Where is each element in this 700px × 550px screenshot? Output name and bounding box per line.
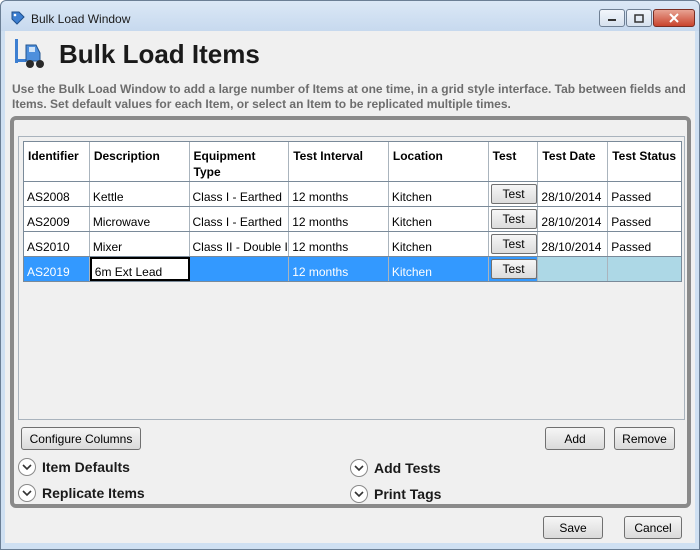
cell-identifier[interactable]: AS2019 — [24, 257, 90, 281]
cell-identifier[interactable]: AS2008 — [24, 182, 90, 206]
test-button[interactable]: Test — [490, 209, 537, 229]
cell-identifier[interactable]: AS2009 — [24, 207, 90, 231]
item-defaults-expander[interactable]: Item Defaults — [18, 458, 130, 476]
cell-test-status[interactable]: Passed — [608, 207, 681, 231]
main-panel: Identifier Description Equipment Type Te… — [10, 116, 691, 508]
cell-test-date[interactable] — [538, 257, 609, 281]
maximize-icon — [634, 13, 644, 23]
test-button[interactable]: Test — [490, 234, 537, 254]
cell-description[interactable]: Mixer — [90, 232, 190, 256]
table-row[interactable]: AS2009 Microwave Class I - Earthed 12 mo… — [24, 207, 681, 232]
close-icon — [669, 13, 679, 23]
cell-test-interval[interactable]: 12 months — [289, 257, 389, 281]
add-tests-expander[interactable]: Add Tests — [350, 459, 441, 477]
window-title: Bulk Load Window — [31, 12, 131, 26]
window-client: Bulk Load Items Use the Bulk Load Window… — [5, 31, 695, 543]
minimize-icon — [608, 19, 616, 21]
cancel-button[interactable]: Cancel — [624, 516, 682, 539]
replicate-items-expander[interactable]: Replicate Items — [18, 484, 145, 502]
cell-location[interactable]: Kitchen — [389, 232, 489, 256]
cell-test: Test — [489, 257, 539, 281]
column-header-test-status[interactable]: Test Status — [608, 142, 681, 181]
item-defaults-label: Item Defaults — [42, 459, 130, 475]
cell-test-date[interactable]: 28/10/2014 — [538, 207, 609, 231]
column-header-test[interactable]: Test — [489, 142, 539, 181]
add-button[interactable]: Add — [545, 427, 605, 450]
cell-equipment-type[interactable]: Class II - Double Insulated — [190, 232, 290, 256]
cell-description-editor[interactable]: 6m Ext Lead — [89, 257, 190, 281]
column-header-equipment-type[interactable]: Equipment Type — [190, 142, 290, 181]
table-row[interactable]: AS2010 Mixer Class II - Double Insulated… — [24, 232, 681, 257]
column-header-location[interactable]: Location — [389, 142, 489, 181]
tag-icon — [11, 11, 25, 25]
configure-columns-button[interactable]: Configure Columns — [21, 427, 141, 450]
cell-test-date[interactable]: 28/10/2014 — [538, 232, 609, 256]
cell-location[interactable]: Kitchen — [389, 257, 489, 281]
cell-location[interactable]: Kitchen — [389, 182, 489, 206]
title-bar[interactable]: Bulk Load Window — [1, 1, 699, 31]
cell-test-date[interactable]: 28/10/2014 — [538, 182, 609, 206]
cell-test-status[interactable]: Passed — [608, 182, 681, 206]
print-tags-label: Print Tags — [374, 486, 442, 502]
bulk-load-window: Bulk Load Window Bulk Load Items Use the… — [0, 0, 700, 550]
chevron-down-icon — [18, 484, 36, 502]
print-tags-expander[interactable]: Print Tags — [350, 485, 441, 503]
items-grid: Identifier Description Equipment Type Te… — [23, 141, 682, 282]
minimize-button[interactable] — [599, 9, 625, 27]
chevron-down-icon — [350, 485, 368, 503]
cell-test-interval[interactable]: 12 months — [289, 182, 389, 206]
cell-test: Test — [489, 207, 539, 231]
cell-equipment-type[interactable]: Class I - Earthed — [190, 207, 290, 231]
column-header-description[interactable]: Description — [90, 142, 190, 181]
cell-description[interactable]: Kettle — [90, 182, 190, 206]
cell-equipment-type[interactable] — [190, 257, 290, 281]
column-header-identifier[interactable]: Identifier — [24, 142, 90, 181]
page-description: Use the Bulk Load Window to add a large … — [12, 82, 686, 111]
cell-equipment-type[interactable]: Class I - Earthed — [190, 182, 290, 206]
save-button[interactable]: Save — [543, 516, 603, 539]
cell-test-interval[interactable]: 12 months — [289, 232, 389, 256]
cell-test-interval[interactable]: 12 months — [289, 207, 389, 231]
table-row-selected[interactable]: AS2019 6m Ext Lead 12 months Kitchen Tes… — [24, 257, 681, 282]
grid-container: Identifier Description Equipment Type Te… — [18, 136, 685, 420]
cell-test-status[interactable]: Passed — [608, 232, 681, 256]
forklift-icon — [15, 39, 44, 68]
cell-identifier[interactable]: AS2010 — [24, 232, 90, 256]
close-button[interactable] — [653, 9, 695, 27]
test-button[interactable]: Test — [490, 184, 537, 204]
maximize-button[interactable] — [626, 9, 652, 27]
cell-description[interactable]: Microwave — [90, 207, 190, 231]
cell-test: Test — [489, 182, 539, 206]
cell-test: Test — [489, 232, 539, 256]
table-row[interactable]: AS2008 Kettle Class I - Earthed 12 month… — [24, 182, 681, 207]
replicate-items-label: Replicate Items — [42, 485, 145, 501]
grid-header-row: Identifier Description Equipment Type Te… — [24, 142, 681, 182]
add-tests-label: Add Tests — [374, 460, 441, 476]
column-header-test-interval[interactable]: Test Interval — [289, 142, 389, 181]
column-header-test-date[interactable]: Test Date — [538, 142, 609, 181]
chevron-down-icon — [18, 458, 36, 476]
cell-location[interactable]: Kitchen — [389, 207, 489, 231]
chevron-down-icon — [350, 459, 368, 477]
cell-test-status[interactable] — [608, 257, 681, 281]
page-title: Bulk Load Items — [59, 39, 260, 69]
remove-button[interactable]: Remove — [614, 427, 675, 450]
test-button[interactable]: Test — [490, 259, 537, 279]
